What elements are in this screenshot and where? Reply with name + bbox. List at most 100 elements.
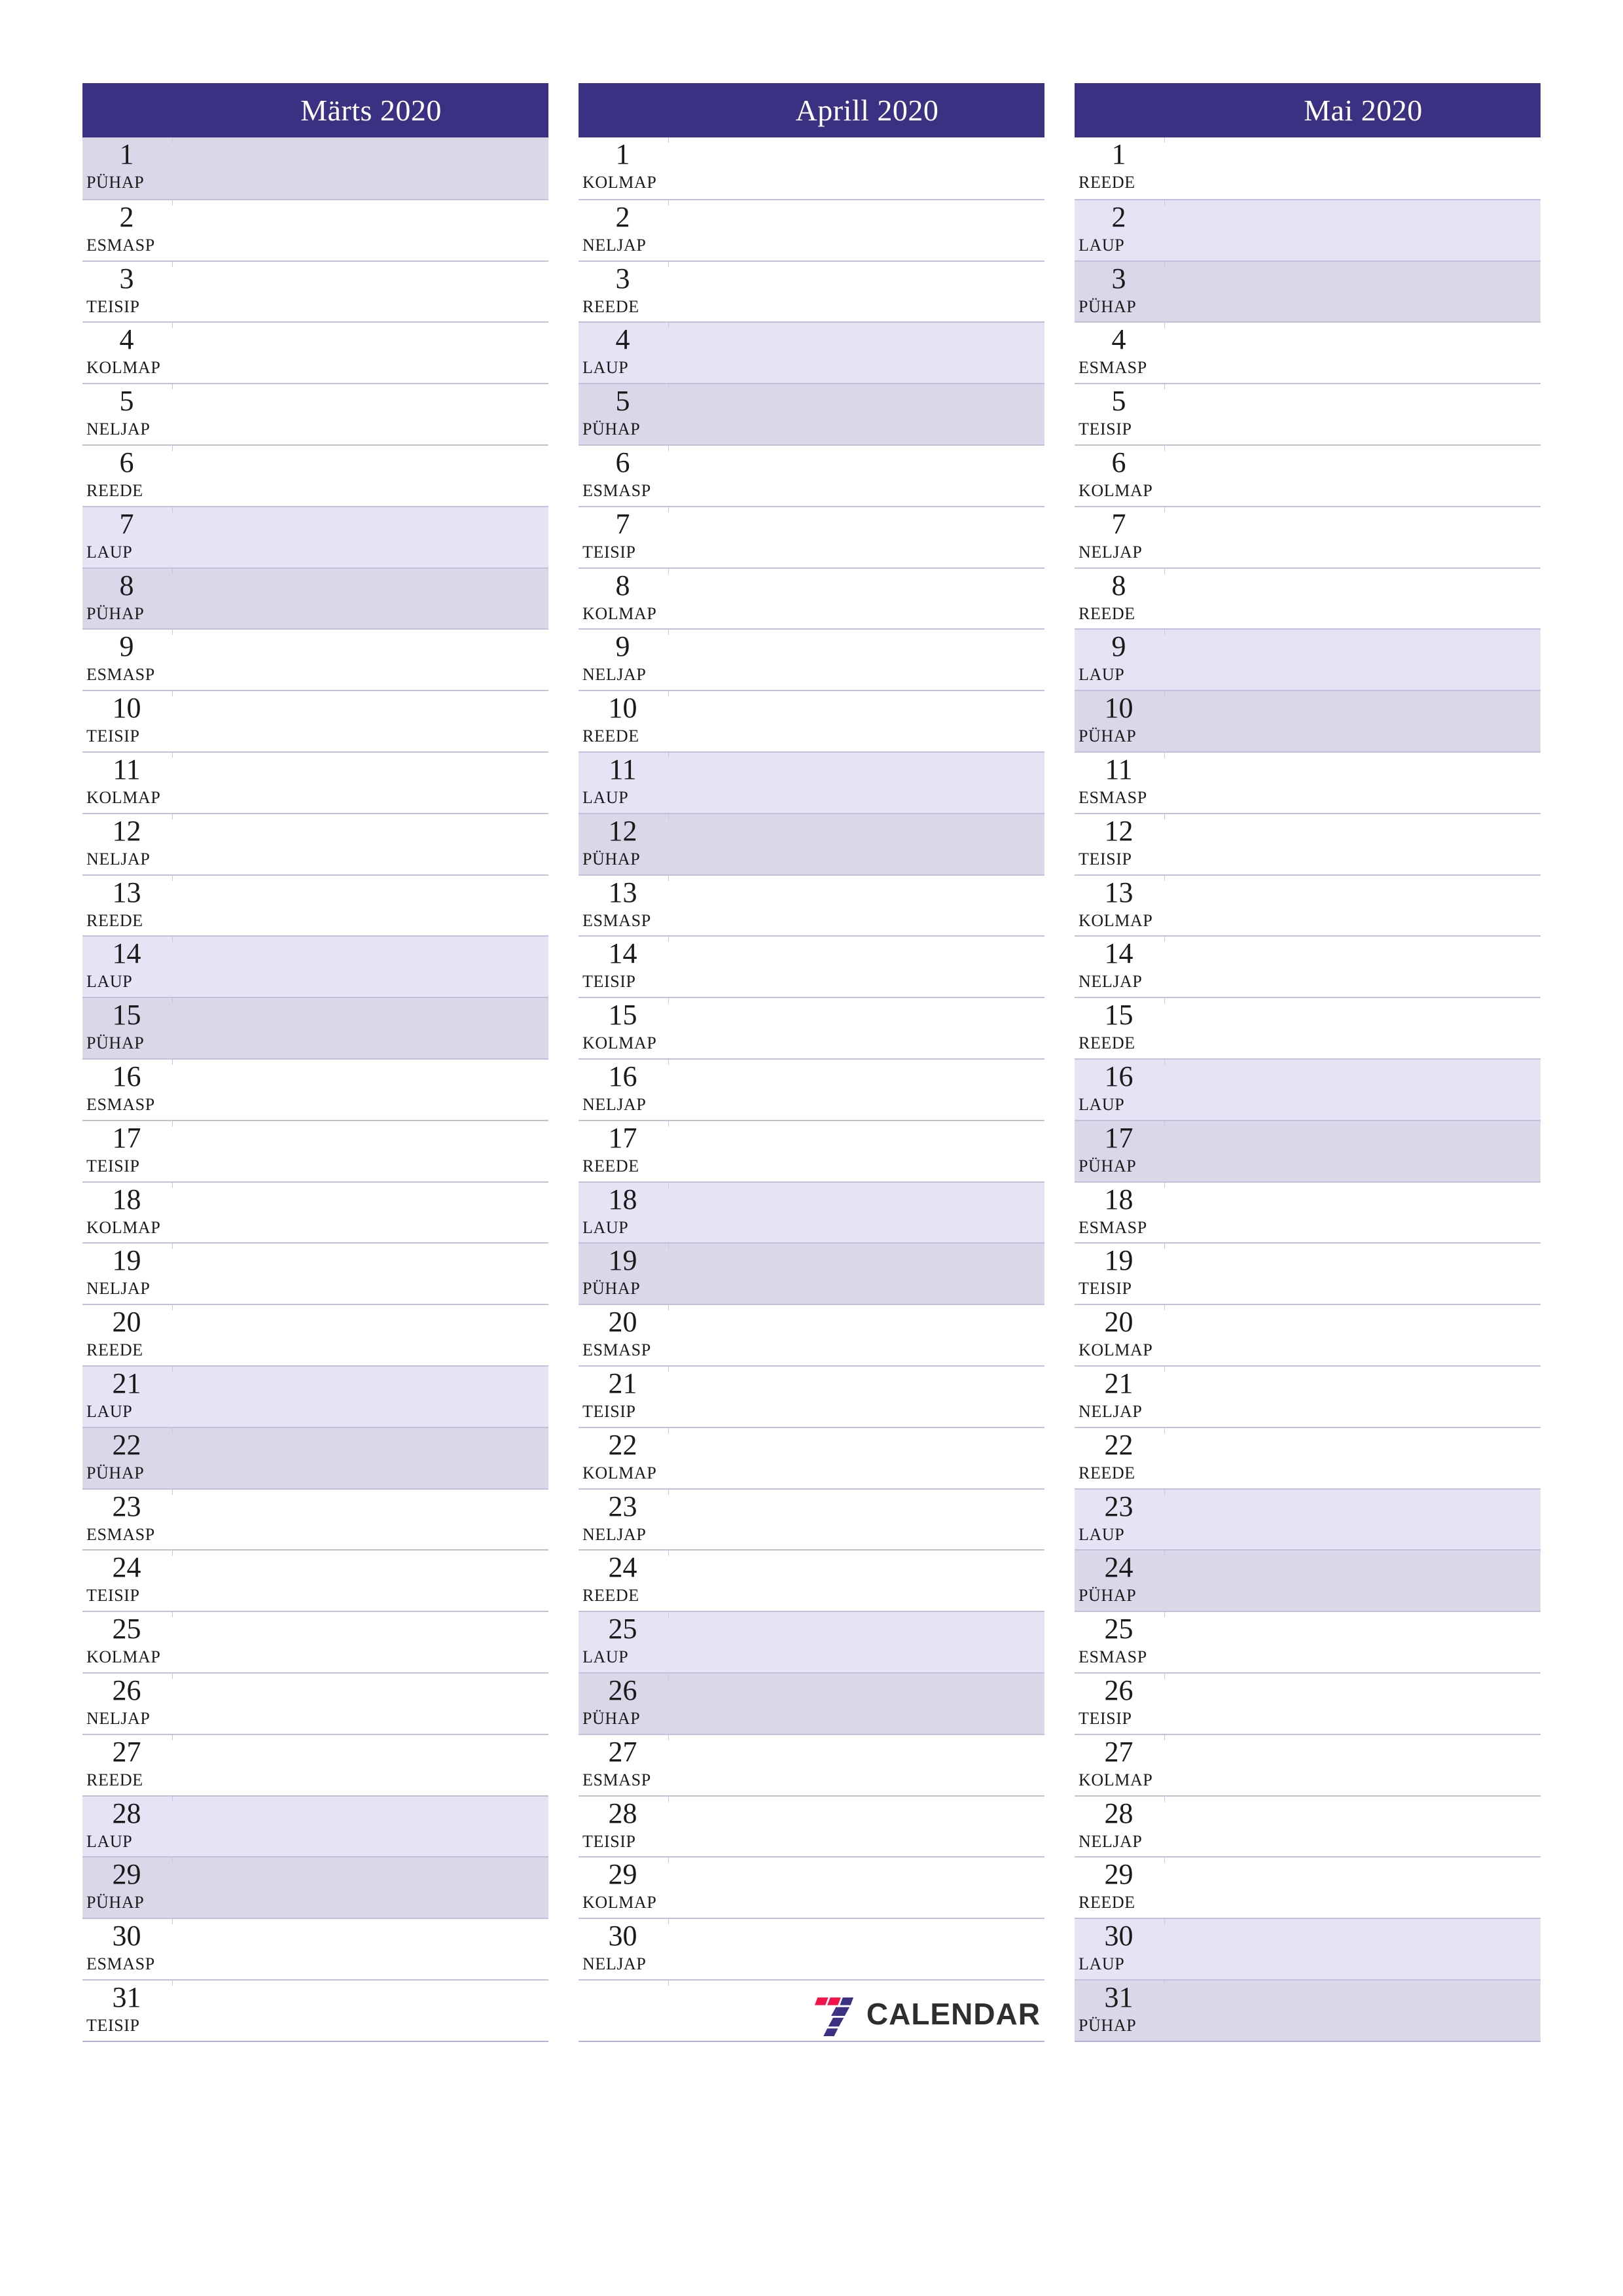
day-row[interactable]: 17 PÜHAP: [1075, 1119, 1541, 1181]
day-row[interactable]: 1 REEDE: [1075, 137, 1541, 199]
day-row[interactable]: 2 NELJAP: [579, 198, 1044, 260]
day-row[interactable]: 14 TEISIP: [579, 935, 1044, 997]
day-row[interactable]: 5 NELJAP: [82, 383, 548, 444]
calendar-page: Märts 2020 1 PÜHAP 2 ESMASP 3 TEISIP 4 KOLMAP 5 NE…: [0, 0, 1623, 2296]
day-row[interactable]: 6 KOLMAP: [1075, 444, 1541, 506]
day-number: 9: [615, 630, 630, 663]
day-row[interactable]: 21 LAUP: [82, 1365, 548, 1427]
day-row[interactable]: 18 KOLMAP: [82, 1181, 548, 1243]
day-row[interactable]: 15 PÜHAP: [82, 997, 548, 1058]
day-row[interactable]: 25 LAUP: [579, 1611, 1044, 1672]
day-row[interactable]: 4 KOLMAP: [82, 321, 548, 384]
day-row[interactable]: 30 NELJAP: [579, 1918, 1044, 1979]
day-row[interactable]: 17 TEISIP: [82, 1119, 548, 1181]
day-row[interactable]: 11 KOLMAP: [82, 751, 548, 813]
day-row[interactable]: 29 PÜHAP: [82, 1856, 548, 1918]
day-row[interactable]: 16 LAUP: [1075, 1058, 1541, 1120]
day-row[interactable]: 5 TEISIP: [1075, 383, 1541, 444]
day-row[interactable]: 7 NELJAP: [1075, 505, 1541, 567]
day-row[interactable]: 14 LAUP: [82, 935, 548, 997]
day-row[interactable]: 5 PÜHAP: [579, 383, 1044, 444]
day-row[interactable]: 1 PÜHAP: [82, 137, 548, 199]
day-row[interactable]: 14 NELJAP: [1075, 935, 1541, 997]
day-row[interactable]: 13 ESMASP: [579, 874, 1044, 936]
day-row[interactable]: 2 LAUP: [1075, 198, 1541, 260]
day-row[interactable]: 4 LAUP: [579, 321, 1044, 384]
day-row[interactable]: 9 NELJAP: [579, 628, 1044, 691]
day-row[interactable]: 12 PÜHAP: [579, 812, 1044, 874]
weekday-label: KOLMAP: [582, 173, 657, 192]
day-row[interactable]: 2 ESMASP: [82, 198, 548, 260]
day-number: 16: [608, 1060, 637, 1092]
day-row[interactable]: 20 REEDE: [82, 1304, 548, 1365]
day-row[interactable]: 31 PÜHAP: [1075, 1979, 1541, 2041]
day-row[interactable]: 12 TEISIP: [1075, 812, 1541, 874]
day-row[interactable]: 16 NELJAP: [579, 1058, 1044, 1120]
day-row[interactable]: 8 KOLMAP: [579, 567, 1044, 629]
day-row[interactable]: 24 TEISIP: [82, 1549, 548, 1611]
day-row[interactable]: 18 ESMASP: [1075, 1181, 1541, 1243]
day-row[interactable]: 22 REEDE: [1075, 1426, 1541, 1488]
day-row[interactable]: 12 NELJAP: [82, 812, 548, 874]
day-row[interactable]: 26 PÜHAP: [579, 1672, 1044, 1734]
day-row[interactable]: 22 KOLMAP: [579, 1426, 1044, 1488]
day-row[interactable]: 13 KOLMAP: [1075, 874, 1541, 936]
day-row[interactable]: 10 REEDE: [579, 690, 1044, 751]
day-row[interactable]: 21 NELJAP: [1075, 1365, 1541, 1427]
day-row[interactable]: 15 KOLMAP: [579, 997, 1044, 1058]
day-row[interactable]: 24 PÜHAP: [1075, 1549, 1541, 1611]
day-row[interactable]: 19 TEISIP: [1075, 1242, 1541, 1304]
day-row[interactable]: 3 TEISIP: [82, 260, 548, 322]
day-row[interactable]: 29 REEDE: [1075, 1856, 1541, 1918]
day-row[interactable]: 20 KOLMAP: [1075, 1304, 1541, 1365]
day-row[interactable]: 7 TEISIP: [579, 505, 1044, 567]
day-row[interactable]: 11 ESMASP: [1075, 751, 1541, 813]
day-row[interactable]: 27 ESMASP: [579, 1733, 1044, 1795]
day-row[interactable]: 28 NELJAP: [1075, 1795, 1541, 1857]
day-row[interactable]: 9 LAUP: [1075, 628, 1541, 691]
day-row[interactable]: 23 LAUP: [1075, 1488, 1541, 1550]
day-row[interactable]: 19 PÜHAP: [579, 1242, 1044, 1304]
day-row[interactable]: 27 KOLMAP: [1075, 1733, 1541, 1795]
day-row[interactable]: 18 LAUP: [579, 1181, 1044, 1243]
day-row[interactable]: 10 PÜHAP: [1075, 690, 1541, 751]
day-row[interactable]: 25 KOLMAP: [82, 1611, 548, 1672]
day-row[interactable]: 26 TEISIP: [1075, 1672, 1541, 1734]
day-row[interactable]: 22 PÜHAP: [82, 1426, 548, 1488]
day-row[interactable]: 6 ESMASP: [579, 444, 1044, 506]
day-row[interactable]: 28 TEISIP: [579, 1795, 1044, 1857]
day-row[interactable]: 24 REEDE: [579, 1549, 1044, 1611]
day-row[interactable]: 21 TEISIP: [579, 1365, 1044, 1427]
day-row[interactable]: 16 ESMASP: [82, 1058, 548, 1120]
day-row[interactable]: 30 LAUP: [1075, 1918, 1541, 1979]
day-row[interactable]: 27 REEDE: [82, 1733, 548, 1795]
day-row[interactable]: 13 REEDE: [82, 874, 548, 936]
weekday-label: REEDE: [582, 1586, 639, 1605]
day-row[interactable]: 8 PÜHAP: [82, 567, 548, 629]
brand-wordmark: CALENDAR: [866, 1996, 1041, 2031]
day-row[interactable]: 3 PÜHAP: [1075, 260, 1541, 322]
day-row[interactable]: 29 KOLMAP: [579, 1856, 1044, 1918]
day-row[interactable]: 20 ESMASP: [579, 1304, 1044, 1365]
day-row[interactable]: 15 REEDE: [1075, 997, 1541, 1058]
day-row[interactable]: 17 REEDE: [579, 1119, 1044, 1181]
day-row[interactable]: 31 TEISIP: [82, 1979, 548, 2041]
day-row[interactable]: 6 REEDE: [82, 444, 548, 506]
day-row[interactable]: 3 REEDE: [579, 260, 1044, 322]
day-number: 11: [609, 753, 637, 785]
day-row[interactable]: 28 LAUP: [82, 1795, 548, 1857]
day-row[interactable]: 30 ESMASP: [82, 1918, 548, 1979]
day-row[interactable]: 23 ESMASP: [82, 1488, 548, 1550]
day-row[interactable]: 11 LAUP: [579, 751, 1044, 813]
day-row[interactable]: 23 NELJAP: [579, 1488, 1044, 1550]
day-row[interactable]: 19 NELJAP: [82, 1242, 548, 1304]
day-row[interactable]: 8 REEDE: [1075, 567, 1541, 629]
day-row[interactable]: 1 KOLMAP: [579, 137, 1044, 199]
day-row[interactable]: 10 TEISIP: [82, 690, 548, 751]
day-row[interactable]: 7 LAUP: [82, 505, 548, 567]
day-number: 31: [1104, 1981, 1133, 2013]
day-row[interactable]: 9 ESMASP: [82, 628, 548, 691]
day-row[interactable]: 26 NELJAP: [82, 1672, 548, 1734]
day-row[interactable]: 4 ESMASP: [1075, 321, 1541, 384]
day-row[interactable]: 25 ESMASP: [1075, 1611, 1541, 1672]
